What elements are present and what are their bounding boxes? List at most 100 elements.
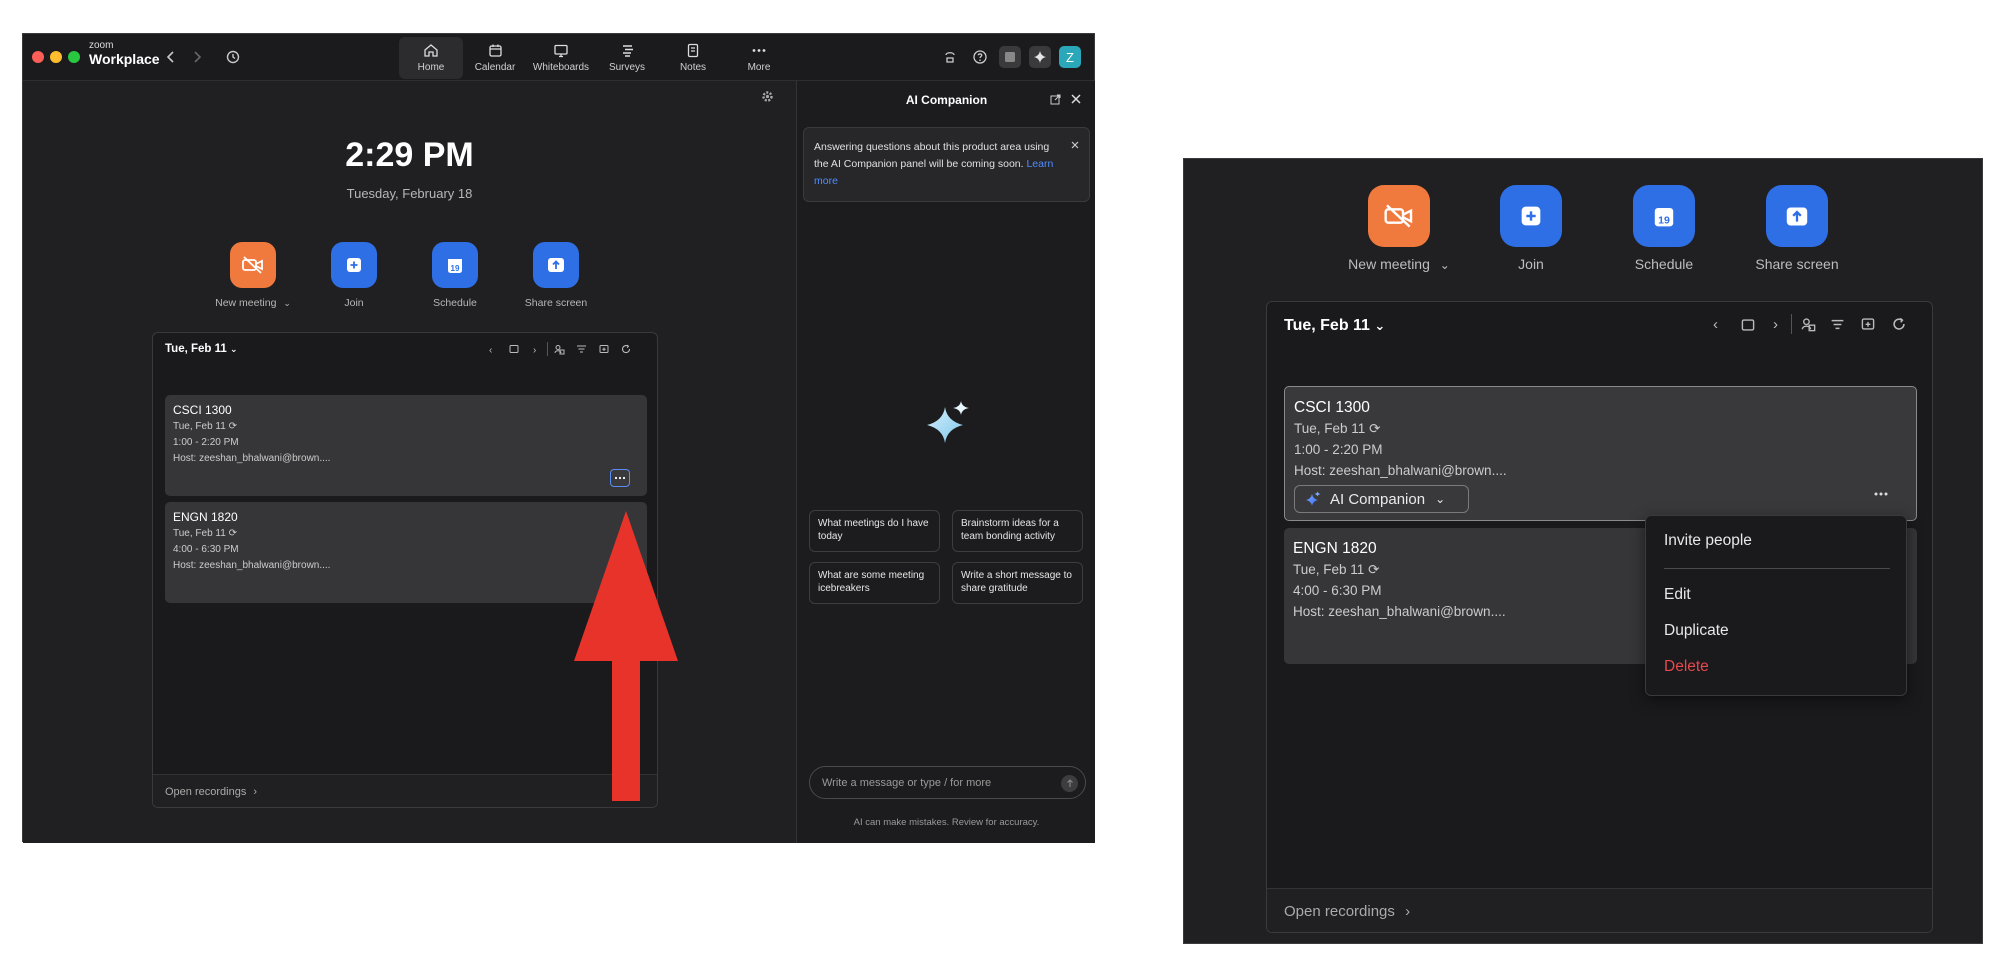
- home-icon: [424, 44, 438, 57]
- join-action[interactable]: Join: [304, 242, 404, 309]
- meeting-date: Tue, Feb 11: [173, 421, 226, 432]
- maximize-window-button[interactable]: [68, 51, 80, 63]
- tab-more[interactable]: More: [727, 37, 791, 79]
- ai-sparkle-icon: [1306, 491, 1321, 506]
- suggestion-chip[interactable]: What are some meeting icebreakers: [809, 562, 940, 604]
- message-input[interactable]: Write a message or type / for more: [809, 766, 1086, 799]
- next-day-icon[interactable]: ›: [1773, 316, 1778, 333]
- meeting-time: 1:00 - 2:20 PM: [1294, 442, 1383, 457]
- open-recordings-label: Open recordings: [1284, 903, 1395, 920]
- more-options-icon[interactable]: [610, 469, 630, 487]
- more-options-icon[interactable]: [1873, 491, 1889, 497]
- refresh-icon[interactable]: [1892, 317, 1906, 331]
- tab-whiteboards[interactable]: Whiteboards: [529, 37, 593, 79]
- minimize-window-button[interactable]: [50, 51, 62, 63]
- close-icon[interactable]: [1070, 93, 1082, 105]
- tab-notes[interactable]: Notes: [661, 37, 725, 79]
- chevron-right-icon: ›: [1405, 903, 1411, 920]
- video-off-icon[interactable]: [1368, 185, 1430, 247]
- forward-arrow-icon[interactable]: [187, 47, 207, 67]
- pop-out-icon[interactable]: [1050, 94, 1061, 105]
- meeting-card-csci[interactable]: CSCI 1300 Tue, Feb 11 ⟳ 1:00 - 2:20 PM H…: [1284, 386, 1917, 521]
- meeting-card-csci[interactable]: CSCI 1300 Tue, Feb 11 ⟳ 1:00 - 2:20 PM H…: [165, 395, 647, 496]
- svg-text:19: 19: [451, 264, 460, 273]
- app-window: zoom Workplace Home Calendar Whiteboards…: [22, 33, 1095, 843]
- new-meeting-action[interactable]: New meeting ⌄: [203, 242, 303, 309]
- meeting-time: 4:00 - 6:30 PM: [1293, 583, 1382, 598]
- plus-icon[interactable]: [1500, 185, 1562, 247]
- join-label: Join: [344, 297, 364, 309]
- prev-day-icon[interactable]: ‹: [489, 345, 492, 356]
- ai-companion-button-label: AI Companion: [1330, 490, 1426, 508]
- tab-calendar[interactable]: Calendar: [463, 37, 527, 79]
- meeting-time: 1:00 - 2:20 PM: [173, 437, 239, 448]
- ai-companion-button[interactable]: AI Companion ⌄: [1294, 485, 1469, 513]
- video-off-icon[interactable]: [230, 242, 276, 288]
- menu-duplicate[interactable]: Duplicate: [1664, 622, 1729, 640]
- chevron-down-icon: ⌄: [1435, 492, 1446, 506]
- refresh-icon[interactable]: [621, 344, 631, 354]
- suggestion-chip[interactable]: Write a short message to share gratitude: [952, 562, 1083, 604]
- meeting-host: Host: zeeshan_bhalwani@brown....: [1294, 463, 1507, 478]
- menu-delete[interactable]: Delete: [1664, 658, 1709, 676]
- share-screen-action[interactable]: Share screen: [506, 242, 606, 309]
- date-picker[interactable]: Tue, Feb 11 ⌄: [1284, 317, 1385, 335]
- share-screen-action[interactable]: Share screen: [1742, 185, 1852, 272]
- calendar-19-icon[interactable]: 19: [1633, 185, 1695, 247]
- send-icon[interactable]: [1061, 775, 1078, 792]
- close-window-button[interactable]: [32, 51, 44, 63]
- people-calendar-icon[interactable]: [1801, 317, 1816, 332]
- tab-surveys[interactable]: Surveys: [595, 37, 659, 79]
- date-picker[interactable]: Tue, Feb 11 ⌄: [165, 343, 238, 355]
- tab-notes-label: Notes: [679, 62, 707, 73]
- today-calendar-icon[interactable]: [1741, 318, 1755, 332]
- current-date: Tuesday, February 18: [346, 186, 473, 201]
- annotation-arrow-icon: [574, 511, 678, 801]
- zoomed-detail-view: New meeting ⌄ Join 19 Schedule Share scr…: [1183, 158, 1983, 944]
- schedule-action[interactable]: 19 Schedule: [405, 242, 505, 309]
- schedule-action[interactable]: 19 Schedule: [1609, 185, 1719, 272]
- new-meeting-action[interactable]: New meeting ⌄: [1344, 185, 1454, 272]
- apps-icon[interactable]: [999, 46, 1021, 68]
- menu-edit[interactable]: Edit: [1664, 586, 1691, 604]
- filter-icon[interactable]: [1830, 318, 1845, 331]
- meeting-date: Tue, Feb 11: [173, 528, 226, 539]
- open-recordings-link[interactable]: Open recordings ›: [1284, 903, 1410, 920]
- suggestion-chip[interactable]: Brainstorm ideas for a team bonding acti…: [952, 510, 1083, 552]
- tab-more-label: More: [747, 62, 771, 73]
- avatar[interactable]: Z: [1059, 46, 1081, 68]
- add-calendar-icon[interactable]: [1861, 317, 1875, 331]
- add-calendar-icon[interactable]: [599, 344, 609, 354]
- share-screen-label: Share screen: [524, 297, 588, 309]
- calendar-19-icon[interactable]: 19: [432, 242, 478, 288]
- next-day-icon[interactable]: ›: [533, 345, 536, 356]
- people-calendar-icon[interactable]: [554, 344, 565, 355]
- tab-home[interactable]: Home: [399, 37, 463, 79]
- join-action[interactable]: Join: [1476, 185, 1586, 272]
- chevron-down-icon[interactable]: ⌄: [283, 298, 291, 308]
- back-arrow-icon[interactable]: [161, 47, 181, 67]
- settings-gear-icon[interactable]: [761, 90, 774, 103]
- history-icon[interactable]: [223, 47, 243, 67]
- chevron-down-icon[interactable]: ⌄: [1440, 258, 1450, 272]
- plus-icon[interactable]: [331, 242, 377, 288]
- suggestion-chip[interactable]: What meetings do I have today: [809, 510, 940, 552]
- recurring-icon: ⟳: [1368, 562, 1380, 577]
- recurring-icon: ⟳: [1369, 421, 1381, 436]
- ai-sparkle-icon[interactable]: [1029, 46, 1051, 68]
- today-calendar-icon[interactable]: [509, 344, 519, 354]
- join-label: Join: [1518, 256, 1544, 272]
- share-screen-label: Share screen: [1755, 256, 1839, 272]
- share-up-icon[interactable]: [1766, 185, 1828, 247]
- device-icon[interactable]: [939, 46, 961, 68]
- menu-invite-people[interactable]: Invite people: [1664, 532, 1752, 550]
- filter-icon[interactable]: [576, 344, 587, 354]
- share-up-icon[interactable]: [533, 242, 579, 288]
- help-icon[interactable]: [969, 46, 991, 68]
- prev-day-icon[interactable]: ‹: [1713, 316, 1718, 333]
- title-bar: zoom Workplace Home Calendar Whiteboards…: [23, 34, 1094, 81]
- open-recordings-link[interactable]: Open recordings ›: [165, 786, 257, 798]
- tab-home-label: Home: [417, 62, 445, 73]
- menu-divider: [1664, 568, 1890, 569]
- dismiss-notice-icon[interactable]: [1071, 141, 1079, 149]
